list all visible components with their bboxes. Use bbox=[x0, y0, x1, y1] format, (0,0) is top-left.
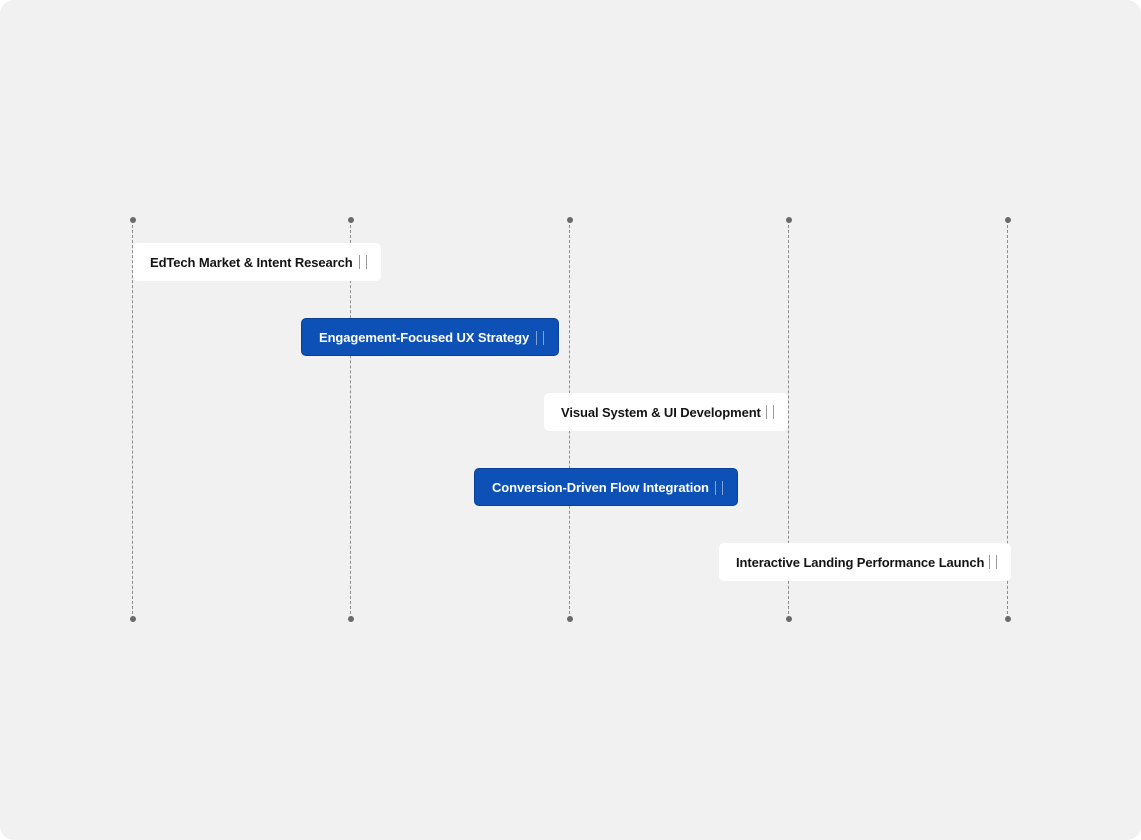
drag-handle-icon[interactable] bbox=[989, 555, 997, 569]
stage-label: Engagement-Focused UX Strategy bbox=[319, 329, 530, 345]
track-start-dot bbox=[130, 217, 136, 223]
stage-label: Conversion-Driven Flow Integration bbox=[492, 479, 709, 495]
stage-chip-research[interactable]: EdTech Market & Intent Research bbox=[133, 243, 381, 281]
stage-chip-flow-integration[interactable]: Conversion-Driven Flow Integration bbox=[474, 468, 738, 506]
drag-handle-icon[interactable] bbox=[359, 255, 367, 269]
stage-chip-ux-strategy[interactable]: Engagement-Focused UX Strategy bbox=[301, 318, 559, 356]
track-start-dot bbox=[567, 217, 573, 223]
track-end-dot bbox=[786, 616, 792, 622]
stage-chip-launch[interactable]: Interactive Landing Performance Launch bbox=[719, 543, 1011, 581]
drag-handle-icon[interactable] bbox=[536, 331, 544, 345]
track-start-dot bbox=[786, 217, 792, 223]
track-start-dot bbox=[348, 217, 354, 223]
timeline-track bbox=[132, 220, 133, 619]
stage-label: Visual System & UI Development bbox=[561, 404, 761, 420]
stage-chip-ui-development[interactable]: Visual System & UI Development bbox=[544, 393, 788, 431]
track-start-dot bbox=[1005, 217, 1011, 223]
track-end-dot bbox=[130, 616, 136, 622]
track-end-dot bbox=[348, 616, 354, 622]
track-end-dot bbox=[1005, 616, 1011, 622]
drag-handle-icon[interactable] bbox=[766, 405, 774, 419]
stage-label: EdTech Market & Intent Research bbox=[150, 254, 353, 270]
drag-handle-icon[interactable] bbox=[715, 481, 723, 495]
stage-label: Interactive Landing Performance Launch bbox=[736, 554, 985, 570]
timeline-canvas: EdTech Market & Intent Research Engageme… bbox=[0, 0, 1141, 840]
track-end-dot bbox=[567, 616, 573, 622]
